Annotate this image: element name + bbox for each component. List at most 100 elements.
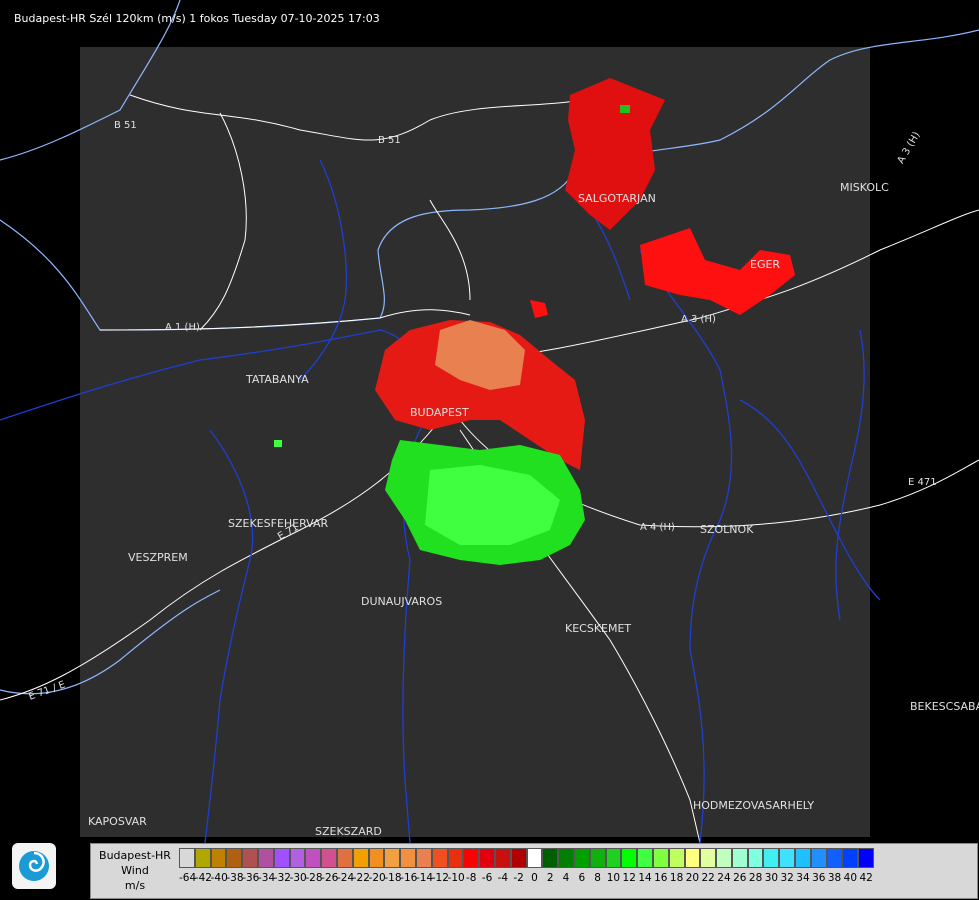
legend-tick-label: -2 — [513, 872, 524, 884]
legend-unit: m/s — [124, 879, 146, 892]
legend-swatch — [731, 848, 748, 868]
svg-text:A 4 (H): A 4 (H) — [640, 522, 675, 533]
legend-tick-label: -22 — [352, 872, 370, 884]
legend-swatch — [463, 848, 480, 868]
svg-text:A 1 (H): A 1 (H) — [165, 322, 200, 333]
radar-coverage-area — [80, 47, 870, 837]
svg-text:B 51: B 51 — [114, 120, 137, 131]
legend-tick-label: 28 — [748, 872, 763, 884]
legend-tick-label: 40 — [843, 872, 858, 884]
swirl-icon — [19, 851, 49, 881]
legend-tick-label: 0 — [531, 872, 538, 884]
legend-tick-label: -4 — [497, 872, 509, 884]
svg-text:SZEKESFEHERVAR: SZEKESFEHERVAR — [228, 517, 329, 530]
svg-text:A 3 (H): A 3 (H) — [896, 130, 923, 166]
legend-swatch — [179, 848, 195, 868]
legend-tick-label: 2 — [546, 872, 554, 884]
legend-swatch — [558, 848, 574, 868]
legend-tick-label: 38 — [827, 872, 842, 884]
legend-tick-label: 34 — [796, 872, 810, 884]
legend-label: Budapest-HR Wind m/s — [91, 844, 179, 898]
legend-swatch — [447, 848, 464, 868]
legend-swatch — [352, 848, 369, 868]
legend-tick-label: -36 — [242, 872, 260, 884]
svg-text:A 3 (H): A 3 (H) — [681, 314, 716, 325]
legend-tick-label: -16 — [400, 872, 418, 884]
svg-text:DUNAUJVAROS: DUNAUJVAROS — [361, 595, 442, 608]
legend-swatch — [336, 848, 353, 868]
legend-tick-label: 16 — [654, 872, 668, 884]
wind-color-legend: Budapest-HR Wind m/s -64 -42 -40 -38 -36 -34-… — [90, 843, 978, 899]
legend-radar-name: Budapest-HR — [99, 849, 171, 862]
legend-swatch — [242, 848, 258, 868]
legend-swatch — [194, 848, 211, 868]
legend-swatch — [479, 848, 495, 868]
legend-tick-label: -42 — [194, 872, 212, 884]
legend-swatch — [542, 848, 559, 868]
legend-tick-label: -28 — [305, 872, 323, 884]
legend-tick-label: 14 — [638, 872, 652, 884]
legend-swatch — [795, 848, 811, 868]
legend-swatch — [826, 848, 843, 868]
legend-tick-label: 26 — [733, 872, 747, 884]
legend-swatch — [305, 848, 322, 868]
legend-tick-label: 18 — [669, 872, 684, 884]
legend-swatch — [763, 848, 780, 868]
legend-swatch — [716, 848, 732, 868]
legend-tick-label: -6 — [481, 872, 493, 884]
legend-swatch — [289, 848, 306, 868]
svg-text:SZOLNOK: SZOLNOK — [700, 523, 754, 536]
legend-tick-label: 36 — [812, 872, 826, 884]
legend-tick-label: -18 — [384, 872, 402, 884]
svg-text:EGER: EGER — [750, 258, 780, 271]
legend-tick-label: -12 — [431, 872, 449, 884]
legend-swatch — [684, 848, 701, 868]
svg-text:SZEKSZARD: SZEKSZARD — [315, 825, 382, 838]
legend-tick-label: -8 — [466, 872, 477, 884]
legend-tick-label: 22 — [701, 872, 715, 884]
legend-tick-label: -26 — [321, 872, 339, 884]
legend-tick-label: 8 — [594, 872, 601, 884]
legend-quantity: Wind — [121, 864, 149, 877]
legend-tick-label: 24 — [717, 872, 731, 884]
legend-swatch — [842, 848, 859, 868]
radar-map: SALGOTARJAN MISKOLC EGER TATABANYA BUDAP… — [0, 0, 979, 843]
legend-ticks: -64 -42 -40 -38 -36 -34 -32 -30 -28 -26 -24 -22 -20-… — [179, 872, 874, 892]
legend-tick-label: -14 — [415, 872, 434, 884]
legend-swatch — [652, 848, 669, 868]
legend-swatches — [179, 848, 875, 868]
legend-swatch — [321, 848, 337, 868]
legend-swatch — [226, 848, 243, 868]
legend-tick-label: 20 — [685, 872, 700, 884]
legend-tick-label: -24 — [336, 872, 355, 884]
legend-swatch — [384, 848, 401, 868]
svg-text:SALGOTARJAN: SALGOTARJAN — [578, 192, 656, 205]
legend-tick-label: 4 — [562, 872, 570, 884]
svg-text:BEKESCSABA: BEKESCSABA — [910, 700, 979, 713]
legend-tick-label: -40 — [210, 872, 228, 884]
legend-swatch — [210, 848, 227, 868]
svg-text:E 471: E 471 — [908, 477, 937, 488]
legend-tick-label: -38 — [226, 872, 244, 884]
legend-swatch — [621, 848, 638, 868]
legend-swatch — [257, 848, 274, 868]
svg-text:MISKOLC: MISKOLC — [840, 181, 889, 194]
svg-text:B 51: B 51 — [378, 135, 401, 146]
legend-tick-label: -32 — [273, 872, 291, 884]
legend-swatch — [668, 848, 685, 868]
legend-tick-label: 42 — [859, 872, 873, 884]
legend-tick-label: -30 — [289, 872, 307, 884]
svg-text:VESZPREM: VESZPREM — [128, 551, 188, 564]
svg-text:HODMEZOVASARHELY: HODMEZOVASARHELY — [693, 799, 814, 812]
legend-swatch — [810, 848, 827, 868]
svg-text:KAPOSVAR: KAPOSVAR — [88, 815, 147, 828]
legend-tick-label: -34 — [257, 872, 276, 884]
legend-tick-label: 32 — [780, 872, 794, 884]
legend-swatch — [431, 848, 448, 868]
legend-swatch — [526, 848, 543, 868]
legend-tick-label: -64 — [179, 872, 197, 884]
svg-text:KECSKEMET: KECSKEMET — [565, 622, 631, 635]
legend-tick-label: 6 — [578, 872, 586, 884]
legend-swatch — [494, 848, 511, 868]
met-service-logo — [12, 843, 56, 889]
